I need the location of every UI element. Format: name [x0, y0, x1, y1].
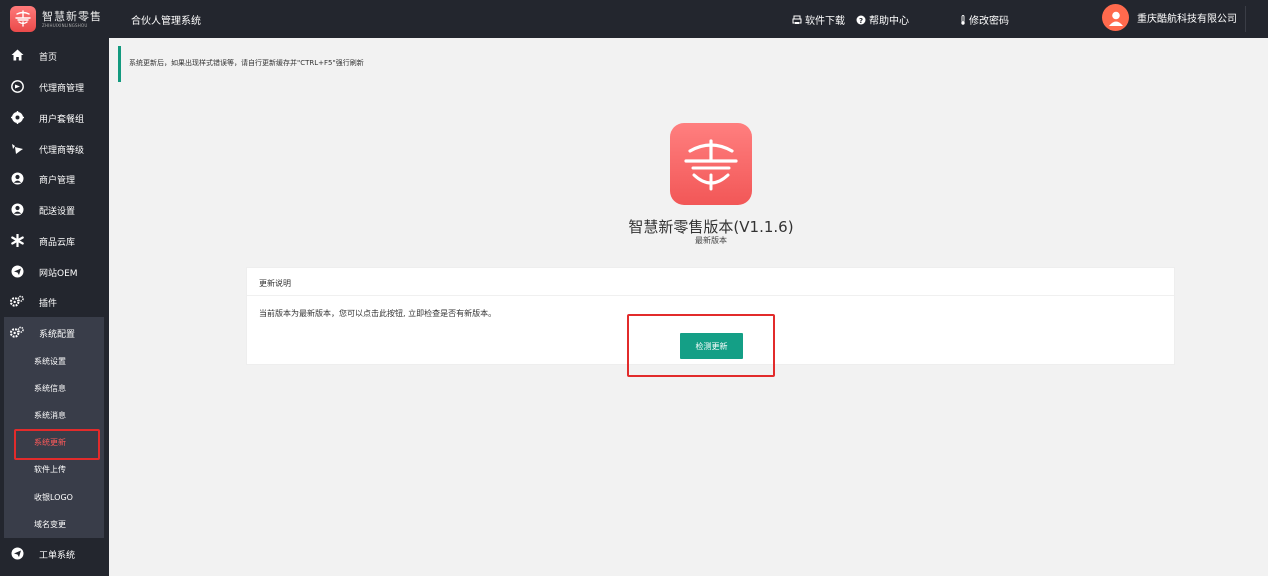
sidebar-item-label: 代理商管理: [39, 84, 85, 94]
settings-icon: [10, 325, 24, 339]
sidebar-item-plugin[interactable]: 插件: [0, 286, 109, 316]
software-download-label: 软件下载: [805, 16, 845, 27]
sidebar-item-label: 工单系统: [39, 551, 76, 561]
header-divider: [1245, 6, 1246, 32]
brand-logo-icon: [10, 6, 36, 32]
send-icon: [10, 264, 24, 278]
sidebar-item-label: 商品云库: [39, 238, 76, 248]
help-center-link[interactable]: ? 帮助中心: [856, 12, 909, 27]
main-content: 系统更新后，如果出现样式错误等，请自行更新缓存并"CTRL+F5"强行刷新 智慧…: [109, 38, 1268, 576]
change-password-link[interactable]: 修改密码: [960, 12, 1009, 27]
sidebar-item-product-cloud[interactable]: 商品云库: [0, 225, 109, 255]
brand-name-en: ZHIHUIXINLINGSHOU: [42, 22, 88, 28]
thermometer-icon: [961, 14, 965, 25]
sidebar-item-delivery[interactable]: 配送设置: [0, 194, 109, 224]
submenu-item-cashier-logo[interactable]: 收银LOGO: [34, 492, 73, 503]
submenu-item-system-messages[interactable]: 系统消息: [34, 410, 66, 421]
help-center-label: 帮助中心: [869, 16, 909, 27]
printer-icon: [792, 15, 802, 24]
sidebar-item-label: 网站OEM: [39, 269, 78, 279]
cache-notice: 系统更新后，如果出现样式错误等，请自行更新缓存并"CTRL+F5"强行刷新: [118, 46, 418, 82]
sidebar-item-label: 配送设置: [39, 207, 76, 217]
sidebar-item-user-package[interactable]: 用户套餐组: [0, 102, 109, 132]
cloud-icon: [10, 233, 24, 247]
company-name: 重庆酷航科技有限公司: [1137, 14, 1237, 25]
software-download-link[interactable]: 软件下载: [792, 12, 845, 27]
app-logo-icon: [670, 123, 752, 205]
system-title: 合伙人管理系统: [131, 16, 201, 27]
card-title: 更新说明: [247, 268, 1174, 296]
question-circle-icon: ?: [856, 15, 866, 25]
sidebar-item-website-oem[interactable]: 网站OEM: [0, 256, 109, 286]
avatar: [1102, 4, 1129, 31]
version-status: 最新版本: [695, 236, 727, 245]
card-description: 当前版本为最新版本，您可以点击此按钮, 立即检查是否有新版本。: [259, 309, 497, 318]
sidebar-item-label: 商户管理: [39, 176, 76, 186]
sidebar-item-label: 首页: [39, 53, 58, 63]
delivery-icon: [10, 202, 24, 216]
merchant-icon: [10, 171, 24, 185]
sidebar-item-home[interactable]: 首页: [0, 40, 109, 70]
brand-logo[interactable]: 智慧新零售 ZHIHUIXINLINGSHOU: [0, 0, 110, 38]
agent-icon: [10, 79, 24, 93]
sidebar-item-label: 代理商等级: [39, 146, 85, 156]
change-password-label: 修改密码: [969, 16, 1009, 27]
version-title: 智慧新零售版本(V1.1.6): [628, 218, 794, 236]
submenu-item-system-info[interactable]: 系统信息: [34, 383, 66, 394]
submenu-item-domain-change[interactable]: 域名变更: [34, 519, 66, 530]
level-icon: [10, 141, 24, 155]
sidebar: 首页 代理商管理 用户套餐组 代理商等级 商户管理 配送设置 商品云库 网站OE…: [0, 38, 109, 576]
svg-text:?: ?: [859, 17, 863, 25]
brand-name: 智慧新零售: [42, 9, 102, 23]
sidebar-item-system-config[interactable]: 系统配置: [4, 317, 104, 347]
send-icon: [10, 546, 24, 560]
sidebar-item-label: 用户套餐组: [39, 115, 85, 125]
top-bar: 智慧新零售 ZHIHUIXINLINGSHOU 合伙人管理系统 软件下载 ? 帮…: [0, 0, 1268, 38]
plugin-icon: [10, 294, 24, 308]
annotation-highlight-box: [14, 429, 100, 460]
sidebar-item-merchant[interactable]: 商户管理: [0, 163, 109, 193]
sidebar-item-ticket-system[interactable]: 工单系统: [0, 538, 109, 568]
sidebar-item-agent-management[interactable]: 代理商管理: [0, 71, 109, 101]
user-menu[interactable]: 重庆酷航科技有限公司: [1102, 4, 1237, 31]
home-icon: [10, 48, 24, 62]
package-icon: [10, 110, 24, 124]
sidebar-item-label: 系统配置: [39, 330, 76, 340]
user-icon: [1108, 11, 1123, 26]
sidebar-item-agent-level[interactable]: 代理商等级: [0, 133, 109, 163]
sidebar-item-label: 插件: [39, 299, 58, 309]
annotation-highlight-box: [627, 314, 775, 377]
submenu-item-system-settings[interactable]: 系统设置: [34, 356, 66, 367]
submenu-item-software-upload[interactable]: 软件上传: [34, 464, 66, 475]
